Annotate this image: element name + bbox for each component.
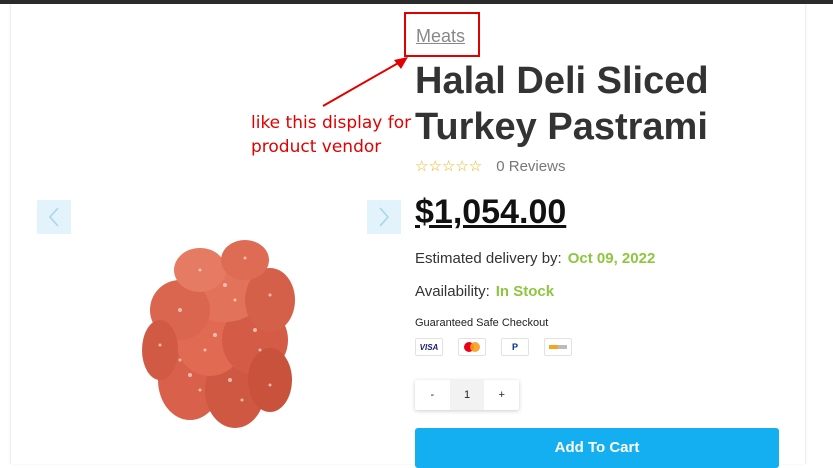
- reviews-count[interactable]: 0 Reviews: [496, 158, 565, 175]
- add-to-cart-button[interactable]: Add To Cart: [415, 428, 779, 468]
- payment-methods: VISA P: [415, 338, 572, 356]
- product-rating[interactable]: ☆☆☆☆☆ 0 Reviews: [415, 157, 565, 176]
- visa-icon: VISA: [415, 338, 443, 356]
- chevron-left-icon: [48, 207, 59, 227]
- product-vendor-link[interactable]: Meats: [416, 26, 465, 47]
- discover-icon: [544, 338, 572, 356]
- quantity-decrease-button[interactable]: -: [415, 380, 450, 410]
- stock-status: In Stock: [495, 283, 555, 300]
- mastercard-icon: [458, 338, 486, 356]
- product-title-line-1: Halal Deli Sliced: [415, 60, 709, 102]
- quantity-input[interactable]: 1: [449, 380, 485, 410]
- safe-checkout-label: Guaranteed Safe Checkout: [415, 317, 549, 329]
- availability: Availability: In Stock: [415, 283, 554, 300]
- gallery-next-button[interactable]: [367, 200, 401, 234]
- star-rating-icon: ☆☆☆☆☆: [415, 158, 483, 175]
- gallery-prev-button[interactable]: [37, 200, 71, 234]
- availability-label: Availability:: [415, 283, 490, 300]
- estimated-delivery: Estimated delivery by: Oct 09, 2022: [415, 250, 655, 267]
- product-image[interactable]: [130, 230, 305, 430]
- annotation-note: like this display for product vendor: [251, 111, 421, 159]
- chevron-right-icon: [379, 207, 390, 227]
- product-price: $1,054.00: [415, 193, 567, 231]
- quantity-increase-button[interactable]: +: [484, 380, 519, 410]
- product-title: Halal Deli Sliced Turkey Pastrami: [415, 58, 795, 150]
- annotation-line-1: like this display for: [251, 113, 412, 133]
- delivery-label: Estimated delivery by:: [415, 250, 562, 267]
- annotation-line-2: product vendor: [251, 137, 382, 157]
- product-gallery: [0, 0, 410, 449]
- paypal-icon: P: [501, 338, 529, 356]
- quantity-stepper: - 1 +: [415, 380, 519, 410]
- product-title-line-2: Turkey Pastrami: [415, 106, 708, 148]
- delivery-date: Oct 09, 2022: [567, 250, 656, 267]
